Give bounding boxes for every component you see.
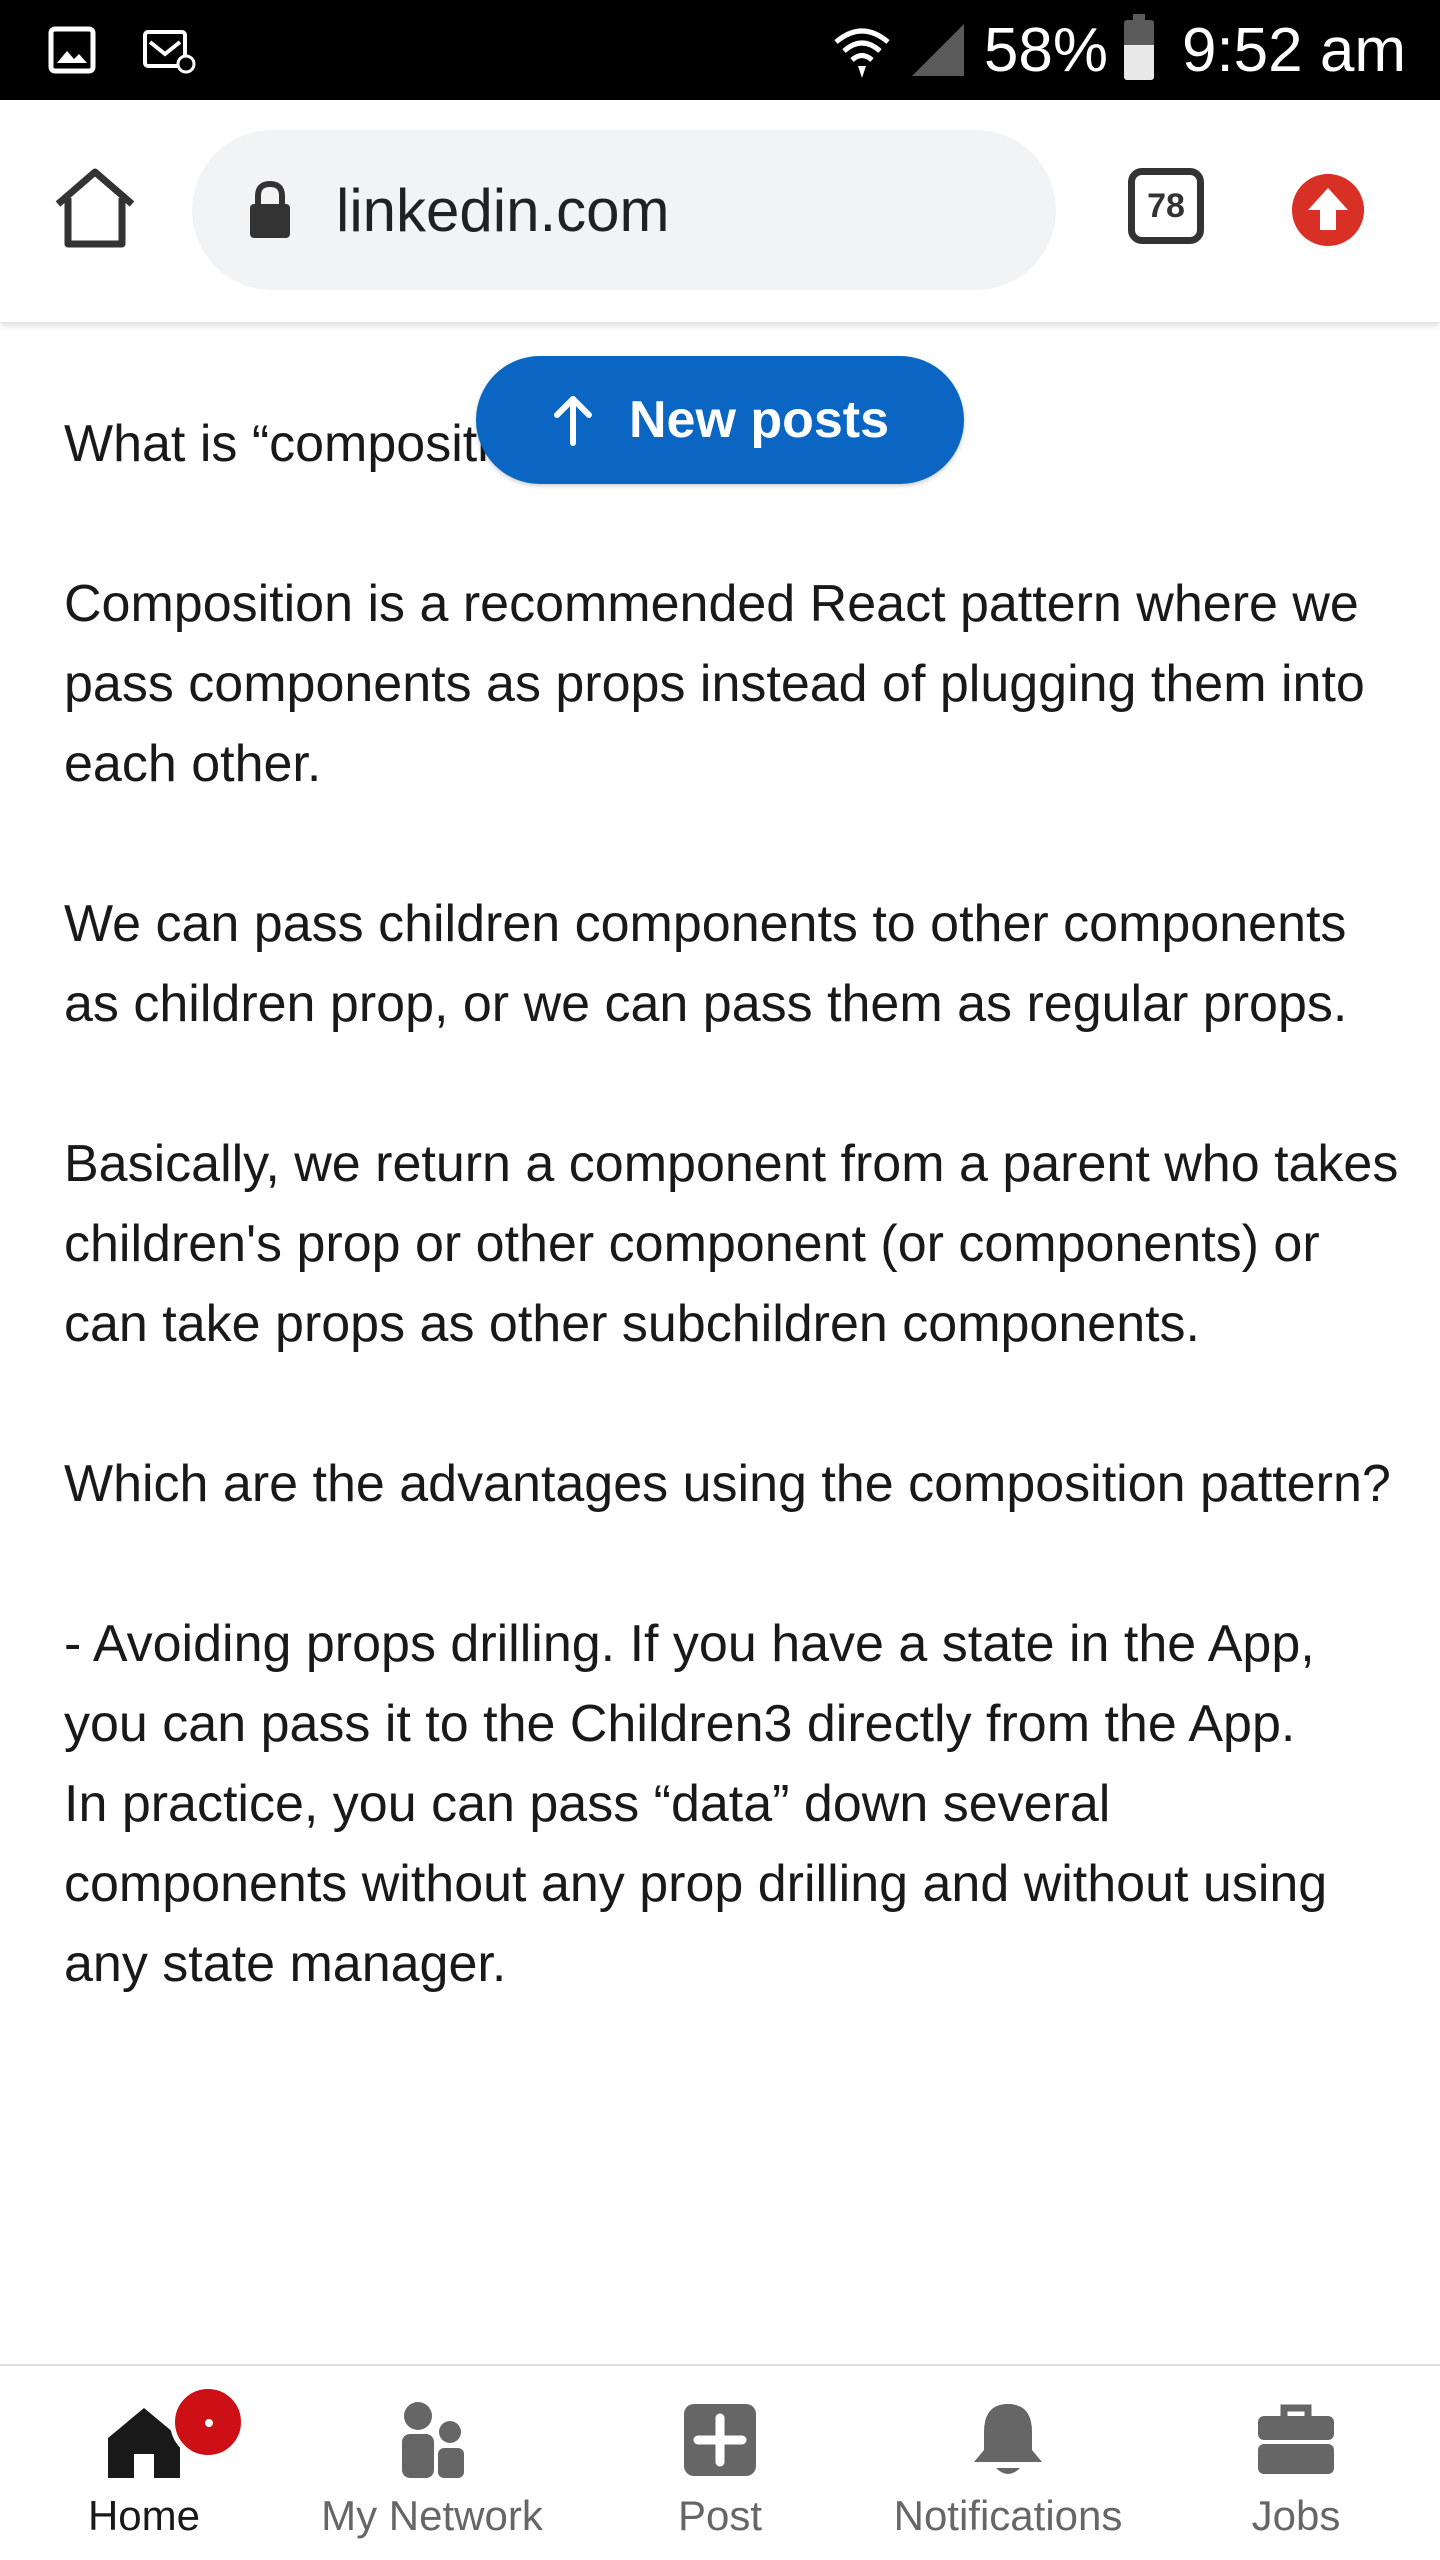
post-paragraph: In practice, you can pass “data” down se…: [64, 1775, 1328, 1993]
update-icon[interactable]: [1292, 174, 1364, 246]
nav-post[interactable]: Post: [576, 2366, 864, 2560]
plus-square-icon: [684, 2404, 756, 2476]
clock: 9:52 am: [1181, 15, 1406, 85]
status-left-icons: [48, 26, 196, 74]
new-posts-label: New posts: [628, 391, 890, 449]
home-icon[interactable]: [50, 164, 140, 254]
battery-icon: [1123, 14, 1154, 80]
browser-toolbar: linkedin.com 78: [0, 100, 1440, 322]
email-notification-icon: [143, 30, 196, 74]
battery-level: [1123, 45, 1154, 80]
lock-icon: [250, 180, 290, 238]
wifi-icon: [834, 28, 890, 78]
nav-label: Notifications: [893, 2492, 1123, 2539]
nav-label: My Network: [321, 2492, 543, 2539]
post-paragraph: Composition is a recommended React patte…: [64, 575, 1365, 793]
tabs-button[interactable]: 78: [1128, 168, 1204, 244]
post-paragraph: Which are the advantages using the compo…: [64, 1455, 1391, 1513]
new-posts-button[interactable]: New posts: [476, 356, 964, 484]
post-body: What is “composition” first of all? Comp…: [64, 404, 1404, 2004]
bottom-navigation: Home My Network Post Notifications Jobs: [0, 2364, 1440, 2560]
nav-label: Jobs: [1251, 2492, 1341, 2539]
gallery-icon: [48, 26, 96, 74]
status-right: 58% 9:52 am: [832, 0, 1406, 100]
briefcase-icon: [1258, 2404, 1334, 2474]
arrow-up-icon: [553, 396, 592, 446]
url-text: linkedin.com: [336, 177, 670, 244]
tab-count: 78: [1147, 186, 1185, 225]
people-icon: [402, 2402, 464, 2478]
post-paragraph: We can pass children components to other…: [64, 895, 1348, 1033]
nav-jobs[interactable]: Jobs: [1152, 2366, 1440, 2560]
signal-icon: [911, 24, 964, 76]
address-bar[interactable]: linkedin.com: [192, 130, 1056, 290]
nav-label: Home: [87, 2492, 201, 2539]
post-paragraph: - Avoiding props drilling. If you have a…: [64, 1615, 1315, 1753]
notification-badge: [170, 2384, 246, 2460]
nav-home[interactable]: Home: [0, 2366, 288, 2560]
status-bar: 58% 9:52 am: [0, 0, 1440, 100]
bell-icon: [974, 2404, 1042, 2474]
post-paragraph: Basically, we return a component from a …: [64, 1135, 1399, 1353]
nav-my-network[interactable]: My Network: [288, 2366, 576, 2560]
battery-percent: 58%: [983, 15, 1108, 85]
nav-label: Post: [677, 2492, 763, 2539]
nav-notifications[interactable]: Notifications: [864, 2366, 1152, 2560]
